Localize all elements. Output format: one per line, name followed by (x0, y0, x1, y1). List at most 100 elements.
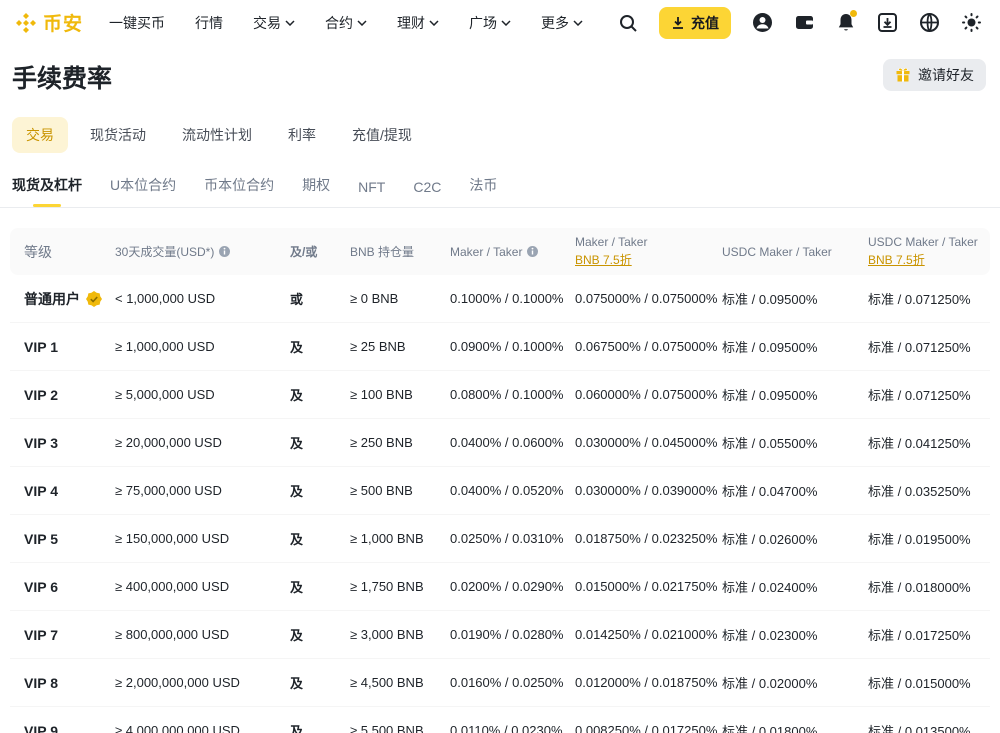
header-usdc-maker-taker-bnb: USDC Maker / Taker BNB 7.5折 (868, 235, 990, 268)
usdc-maker-taker-bnb-value: 标准 / 0.019500% (868, 529, 990, 548)
and-or-value: 及 (290, 673, 350, 692)
level-label: VIP 8 (24, 675, 58, 691)
bnb-discount-link[interactable]: BNB 7.5折 (575, 251, 632, 268)
nav-item-trade[interactable]: 交易 (253, 13, 295, 33)
bnb-balance-value: ≥ 100 BNB (350, 387, 450, 402)
usdc-maker-taker-value: 标准 / 0.02000% (722, 673, 868, 692)
level-label: VIP 9 (24, 723, 58, 733)
volume-value: ≥ 4,000,000,000 USD (115, 723, 290, 733)
chevron-down-icon (285, 20, 295, 26)
usdc-maker-taker-bnb-value: 标准 / 0.035250% (868, 481, 990, 500)
maker-taker-bnb-value: 0.014250% / 0.021000% (575, 627, 722, 642)
gift-icon (895, 67, 911, 83)
tab-c2c[interactable]: C2C (413, 171, 441, 207)
top-navigation: 币安 一键买币 行情 交易 合约 理财 广场 更多 (0, 0, 1000, 45)
table-row: 普通用户 < 1,000,000 USD 或 ≥ 0 BNB 0.1000% /… (10, 275, 990, 323)
maker-taker-value: 0.0400% / 0.0520% (450, 483, 575, 498)
volume-value: ≥ 400,000,000 USD (115, 579, 290, 594)
maker-taker-value: 0.0200% / 0.0290% (450, 579, 575, 594)
tab-deposit-withdraw[interactable]: 充值/提现 (338, 117, 426, 153)
info-icon[interactable] (526, 245, 539, 258)
usdc-maker-taker-bnb-value: 标准 / 0.071250% (868, 337, 990, 356)
bnb-balance-value: ≥ 25 BNB (350, 339, 450, 354)
tab-fiat[interactable]: 法币 (469, 167, 497, 207)
and-or-value: 及 (290, 721, 350, 733)
level-label: VIP 3 (24, 435, 58, 451)
chevron-down-icon (573, 20, 583, 26)
nav-item-earn[interactable]: 理财 (397, 13, 439, 33)
tab-nft[interactable]: NFT (358, 171, 385, 207)
maker-taker-bnb-value: 0.075000% / 0.075000% (575, 291, 722, 306)
maker-taker-value: 0.0900% / 0.1000% (450, 339, 575, 354)
volume-value: < 1,000,000 USD (115, 291, 290, 306)
search-icon[interactable] (618, 13, 638, 33)
and-or-value: 或 (290, 289, 350, 308)
volume-value: ≥ 150,000,000 USD (115, 531, 290, 546)
table-row: VIP 7 ≥ 800,000,000 USD 及 ≥ 3,000 BNB 0.… (10, 611, 990, 659)
maker-taker-value: 0.0190% / 0.0280% (450, 627, 575, 642)
maker-taker-value: 0.0800% / 0.1000% (450, 387, 575, 402)
table-row: VIP 1 ≥ 1,000,000 USD 及 ≥ 25 BNB 0.0900%… (10, 323, 990, 371)
maker-taker-value: 0.0160% / 0.0250% (450, 675, 575, 690)
profile-icon[interactable] (752, 12, 773, 33)
usdc-maker-taker-value: 标准 / 0.02600% (722, 529, 868, 548)
tab-options[interactable]: 期权 (302, 167, 330, 207)
tab-coinm-futures[interactable]: 币本位合约 (204, 167, 274, 207)
and-or-value: 及 (290, 529, 350, 548)
maker-taker-bnb-value: 0.030000% / 0.039000% (575, 483, 722, 498)
level-label: VIP 2 (24, 387, 58, 403)
maker-taker-bnb-value: 0.015000% / 0.021750% (575, 579, 722, 594)
volume-value: ≥ 1,000,000 USD (115, 339, 290, 354)
nav-item-buy-crypto[interactable]: 一键买币 (109, 13, 165, 33)
tab-liquidity-program[interactable]: 流动性计划 (168, 117, 266, 153)
globe-icon[interactable] (919, 12, 940, 33)
tab-spot-activity[interactable]: 现货活动 (76, 117, 160, 153)
and-or-value: 及 (290, 337, 350, 356)
volume-value: ≥ 800,000,000 USD (115, 627, 290, 642)
page-title: 手续费率 (12, 59, 112, 95)
bnb-balance-value: ≥ 1,750 BNB (350, 579, 450, 594)
table-row: VIP 2 ≥ 5,000,000 USD 及 ≥ 100 BNB 0.0800… (10, 371, 990, 419)
verified-badge-icon (86, 291, 102, 307)
bnb-discount-link[interactable]: BNB 7.5折 (868, 251, 925, 268)
tab-spot-margin[interactable]: 现货及杠杆 (12, 167, 82, 207)
bnb-balance-value: ≥ 3,000 BNB (350, 627, 450, 642)
level-label: VIP 4 (24, 483, 58, 499)
bnb-balance-value: ≥ 500 BNB (350, 483, 450, 498)
header-usdc-maker-taker: USDC Maker / Taker (722, 245, 868, 259)
table-body: 普通用户 < 1,000,000 USD 或 ≥ 0 BNB 0.1000% /… (10, 275, 990, 733)
deposit-button[interactable]: 充值 (659, 7, 731, 39)
table-row: VIP 4 ≥ 75,000,000 USD 及 ≥ 500 BNB 0.040… (10, 467, 990, 515)
nav-item-more[interactable]: 更多 (541, 13, 583, 33)
tab-interest-rate[interactable]: 利率 (274, 117, 330, 153)
nav-actions: 充值 (618, 7, 982, 39)
maker-taker-value: 0.1000% / 0.1000% (450, 291, 575, 306)
maker-taker-bnb-value: 0.008250% / 0.017250% (575, 723, 722, 733)
wallet-icon[interactable] (794, 12, 815, 33)
usdc-maker-taker-bnb-value: 标准 / 0.071250% (868, 289, 990, 308)
volume-value: ≥ 5,000,000 USD (115, 387, 290, 402)
table-row: VIP 8 ≥ 2,000,000,000 USD 及 ≥ 4,500 BNB … (10, 659, 990, 707)
invite-friends-button[interactable]: 邀请好友 (883, 59, 986, 91)
and-or-value: 及 (290, 385, 350, 404)
nav-item-futures[interactable]: 合约 (325, 13, 367, 33)
theme-icon[interactable] (961, 12, 982, 33)
nav-item-square[interactable]: 广场 (469, 13, 511, 33)
and-or-value: 及 (290, 433, 350, 452)
chevron-down-icon (501, 20, 511, 26)
usdc-maker-taker-value: 标准 / 0.04700% (722, 481, 868, 500)
app-download-icon[interactable] (877, 12, 898, 33)
nav-item-markets[interactable]: 行情 (195, 13, 223, 33)
tab-usdm-futures[interactable]: U本位合约 (110, 167, 176, 207)
info-icon[interactable] (218, 245, 231, 258)
level-label: VIP 1 (24, 339, 58, 355)
usdc-maker-taker-bnb-value: 标准 / 0.015000% (868, 673, 990, 692)
binance-logo[interactable]: 币安 (14, 9, 83, 36)
secondary-tabs: 现货及杠杆 U本位合约 币本位合约 期权 NFT C2C 法币 (0, 167, 1000, 208)
tab-trading[interactable]: 交易 (12, 117, 68, 153)
notification-dot (850, 10, 857, 17)
maker-taker-bnb-value: 0.018750% / 0.023250% (575, 531, 722, 546)
maker-taker-bnb-value: 0.067500% / 0.075000% (575, 339, 722, 354)
bell-icon[interactable] (836, 12, 856, 33)
maker-taker-value: 0.0250% / 0.0310% (450, 531, 575, 546)
